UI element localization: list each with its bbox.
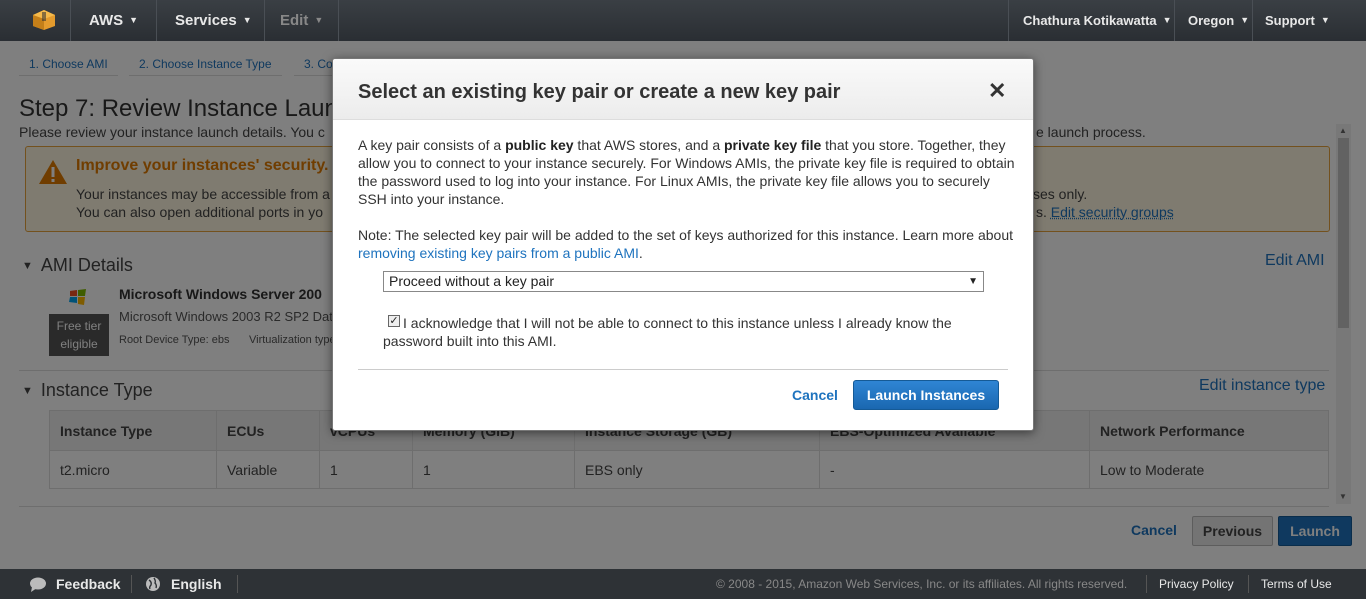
nav-separator bbox=[1174, 0, 1175, 41]
close-icon[interactable]: ✕ bbox=[988, 79, 1006, 103]
services-menu-label: Services bbox=[175, 12, 237, 29]
footer-separator bbox=[1146, 575, 1147, 593]
chevron-down-icon: ▼ bbox=[129, 15, 139, 25]
user-menu-label: Chathura Kotikawatta bbox=[1023, 13, 1157, 28]
desc-public-key: public key bbox=[505, 137, 574, 153]
privacy-policy-link[interactable]: Privacy Policy bbox=[1159, 569, 1234, 599]
note-end: . bbox=[638, 245, 643, 261]
key-pair-select-value: Proceed without a key pair bbox=[389, 273, 554, 289]
services-menu[interactable]: Services ▼ bbox=[175, 0, 252, 41]
language-selector[interactable]: English bbox=[171, 569, 222, 599]
copyright-text: © 2008 - 2015, Amazon Web Services, Inc.… bbox=[716, 577, 1128, 591]
checkmark-icon: ✓ bbox=[389, 315, 399, 327]
key-pair-dialog: Select an existing key pair or create a … bbox=[332, 58, 1034, 431]
nav-separator bbox=[156, 0, 157, 41]
nav-separator bbox=[1008, 0, 1009, 41]
nav-separator bbox=[1252, 0, 1253, 41]
launch-instances-button[interactable]: Launch Instances bbox=[853, 380, 999, 410]
desc-private-key-file: private key file bbox=[724, 137, 822, 153]
aws-menu-label: AWS bbox=[89, 12, 124, 29]
chevron-down-icon: ▼ bbox=[242, 15, 252, 25]
terms-of-use-link[interactable]: Terms of Use bbox=[1261, 569, 1332, 599]
footer-separator bbox=[237, 575, 238, 593]
chevron-down-icon: ▼ bbox=[1240, 15, 1250, 25]
chevron-down-icon: ▼ bbox=[314, 15, 324, 25]
key-pair-select[interactable]: Proceed without a key pair ▼ bbox=[383, 271, 984, 292]
support-menu-label: Support bbox=[1265, 13, 1315, 28]
dialog-title: Select an existing key pair or create a … bbox=[358, 81, 841, 103]
desc-text: that AWS stores, and a bbox=[573, 137, 724, 153]
region-menu[interactable]: Oregon ▼ bbox=[1188, 0, 1249, 41]
aws-menu[interactable]: AWS ▼ bbox=[89, 0, 138, 41]
chevron-down-icon: ▼ bbox=[1320, 15, 1330, 25]
support-menu[interactable]: Support ▼ bbox=[1265, 0, 1330, 41]
nav-separator bbox=[70, 0, 71, 41]
nav-separator bbox=[264, 0, 265, 41]
key-pair-note: Note: The selected key pair will be adde… bbox=[358, 226, 1018, 262]
footer-separator bbox=[1248, 575, 1249, 593]
acknowledge-label: I acknowledge that I will not be able to… bbox=[383, 315, 952, 349]
top-navigation-bar: AWS ▼ Services ▼ Edit ▼ Chathura Kotikawatt… bbox=[0, 0, 1366, 41]
region-menu-label: Oregon bbox=[1188, 13, 1235, 28]
footer-bar: Feedback English © 2008 - 2015, Amazon W… bbox=[0, 569, 1366, 599]
dropdown-arrow-icon: ▼ bbox=[968, 276, 978, 287]
edit-menu-label: Edit bbox=[280, 12, 309, 29]
aws-cube-logo-icon[interactable] bbox=[32, 9, 56, 31]
acknowledge-checkbox[interactable]: ✓ bbox=[388, 315, 400, 327]
nav-separator bbox=[338, 0, 339, 41]
key-pair-description: A key pair consists of a public key that… bbox=[358, 136, 1018, 208]
edit-menu[interactable]: Edit ▼ bbox=[280, 0, 323, 41]
dialog-cancel-button[interactable]: Cancel bbox=[792, 387, 838, 403]
user-menu[interactable]: Chathura Kotikawatta ▼ bbox=[1023, 0, 1172, 41]
dialog-divider bbox=[358, 369, 1008, 370]
note-text: Note: The selected key pair will be adde… bbox=[358, 227, 1014, 243]
removing-key-pairs-link[interactable]: removing existing key pairs from a publi… bbox=[358, 245, 639, 261]
chevron-down-icon: ▼ bbox=[1162, 15, 1172, 25]
dialog-header: Select an existing key pair or create a … bbox=[333, 59, 1033, 120]
desc-text: A key pair consists of a bbox=[358, 137, 506, 153]
globe-icon bbox=[146, 577, 160, 591]
speech-bubble-icon bbox=[30, 577, 46, 592]
footer-separator bbox=[131, 575, 132, 593]
feedback-link[interactable]: Feedback bbox=[56, 569, 121, 599]
